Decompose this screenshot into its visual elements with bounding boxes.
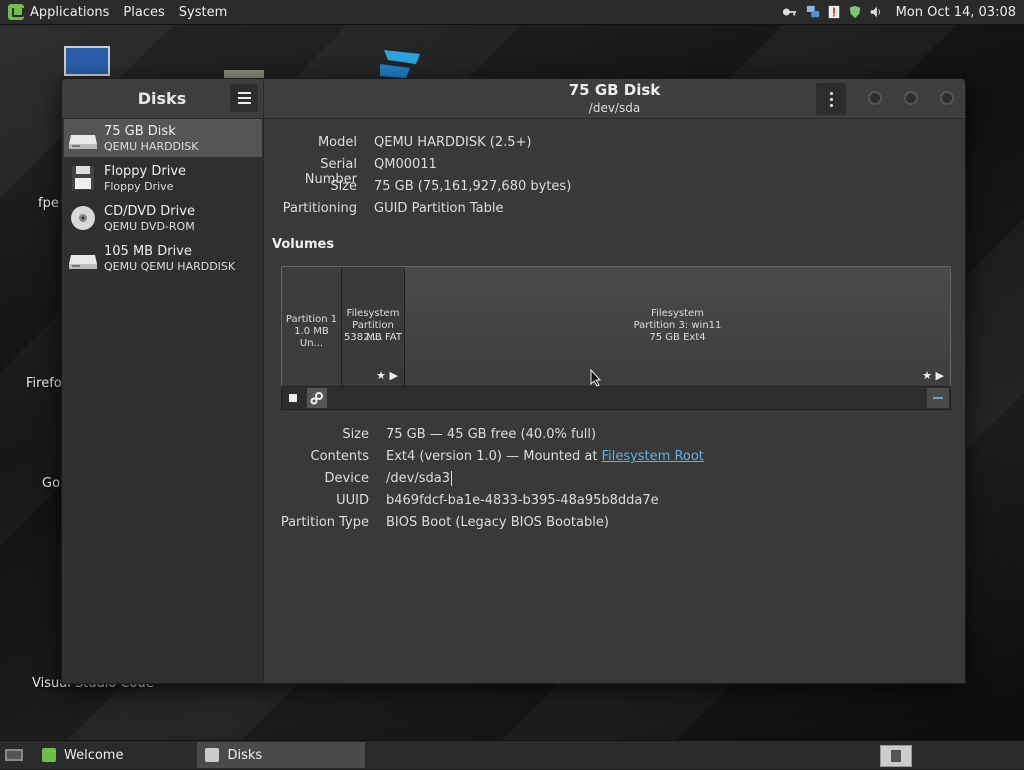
mouse-pointer-icon [590, 369, 602, 387]
partitioning-value: GUID Partition Table [374, 201, 504, 216]
drive-name: Floppy Drive [104, 164, 187, 179]
update-manager-icon[interactable] [827, 5, 841, 19]
uuid-value: b469fdcf-ba1e-4833-b395-48a95b8dda7e [386, 493, 659, 508]
optical-disc-icon [71, 206, 95, 230]
partition-name: Partition 3: win11 [633, 320, 722, 331]
taskbar-label: Welcome [64, 747, 124, 763]
drive-model: QEMU QEMU HARDDISK [104, 260, 236, 273]
settings-gears-icon[interactable] [307, 388, 327, 408]
partition-type: Filesystem [346, 308, 400, 319]
workspace-switcher[interactable] [880, 745, 912, 767]
partition-name: Partition 1 [285, 314, 338, 325]
contents-label: Contents [310, 449, 369, 464]
volumes-heading: Volumes [272, 237, 335, 252]
partition-type: Filesystem [651, 308, 704, 319]
computer-icon[interactable] [64, 46, 110, 76]
partition-type-label: Partition Type [280, 515, 369, 530]
volume-map: Partition 1 1.0 MB Un... Filesystem Part… [281, 266, 951, 387]
disk-title: 75 GB Disk [568, 81, 661, 99]
drive-item-optical[interactable]: CD/DVD Drive QEMU DVD-ROM [64, 199, 262, 237]
harddisk-icon [69, 255, 97, 269]
floppy-icon [72, 166, 94, 190]
drive-model: QEMU HARDDISK [104, 140, 199, 153]
key-icon[interactable] [779, 5, 799, 19]
disk-path: /dev/sda [588, 101, 641, 115]
taskbar-label: Disks [227, 747, 263, 763]
model-value: QEMU HARDDISK (2.5+) [374, 135, 532, 150]
taskbar-item-welcome[interactable]: Welcome [34, 742, 131, 768]
drive-item-75gb[interactable]: 75 GB Disk QEMU HARDDISK [64, 119, 262, 157]
maximize-button[interactable] [904, 91, 918, 105]
drive-model: Floppy Drive [104, 180, 174, 193]
size-label: Size [330, 179, 357, 194]
mount-indicator-icon: ★ ▶ [376, 369, 398, 382]
bottom-panel: Welcome Disks [0, 740, 1024, 769]
contents-value: Ext4 (version 1.0) — Mounted at Filesyst… [386, 449, 704, 464]
desktop-label-go[interactable]: Go [42, 476, 60, 491]
vscode-desktop-icon[interactable] [380, 50, 420, 80]
partition-2[interactable]: Filesystem Partition 2:... 538 MB FAT ★ … [342, 267, 405, 386]
volume-size-value: 75 GB — 45 GB free (40.0% full) [386, 427, 597, 442]
menu-system[interactable]: System [179, 5, 227, 20]
drive-name: CD/DVD Drive [104, 204, 195, 219]
hamburger-menu-icon[interactable] [230, 84, 258, 112]
harddisk-icon [69, 135, 97, 149]
minimize-button[interactable] [868, 91, 882, 105]
device-label: Device [324, 471, 369, 486]
header-bar: 75 GB Disk /dev/sda [264, 79, 965, 119]
contents-text: Ext4 (version 1.0) — Mounted at [386, 449, 602, 464]
show-desktop-icon[interactable] [2, 745, 26, 765]
device-value[interactable]: /dev/sda3 [386, 471, 452, 486]
volume-size-label: Size [342, 427, 369, 442]
partition-size: 75 GB Ext4 [649, 332, 706, 343]
uuid-label: UUID [336, 493, 369, 508]
partition-size: 1.0 MB Un... [294, 326, 329, 349]
system-tray: Mon Oct 14, 03:08 [779, 5, 1024, 20]
drive-model: QEMU DVD-ROM [104, 220, 195, 233]
shield-icon[interactable] [848, 5, 862, 19]
desktop-label-fpe[interactable]: fpe [38, 196, 59, 211]
mint-welcome-icon [42, 748, 56, 762]
filesystem-root-link[interactable]: Filesystem Root [602, 449, 704, 464]
drive-name: 105 MB Drive [104, 244, 192, 259]
serial-value: QM00011 [374, 157, 437, 172]
delete-partition-button[interactable] [927, 388, 949, 408]
menu-applications[interactable]: Applications [30, 5, 109, 20]
volume-toolbar [281, 386, 951, 410]
volume-icon[interactable] [869, 5, 883, 19]
clock[interactable]: Mon Oct 14, 03:08 [896, 5, 1016, 20]
drive-item-105mb[interactable]: 105 MB Drive QEMU QEMU HARDDISK [64, 239, 262, 277]
stop-icon[interactable] [283, 388, 303, 408]
drive-name: 75 GB Disk [104, 124, 176, 139]
drive-item-floppy[interactable]: Floppy Drive Floppy Drive [64, 159, 262, 197]
window-preview-icon [891, 750, 901, 762]
partition-size: 538 MB FAT [344, 332, 402, 343]
sidebar-header: Disks [62, 79, 264, 119]
disks-window: Disks 75 GB Disk /dev/sda 75 GB Disk QEM… [61, 78, 966, 684]
drive-details: Model QEMU HARDDISK (2.5+) Serial Number… [264, 119, 965, 683]
desktop-label-firefox[interactable]: Firefo [26, 376, 62, 391]
partition-3[interactable]: Filesystem Partition 3: win11 75 GB Ext4… [405, 267, 950, 386]
model-label: Model [317, 135, 357, 150]
disks-app-icon [205, 748, 220, 762]
network-icon[interactable] [806, 5, 820, 19]
drive-list: 75 GB Disk QEMU HARDDISK Floppy Drive Fl… [62, 119, 264, 683]
partition-type-value: BIOS Boot (Legacy BIOS Bootable) [386, 515, 609, 530]
taskbar-item-disks[interactable]: Disks [197, 742, 366, 768]
partitioning-label: Partitioning [282, 201, 357, 216]
top-panel: Applications Places System Mon Oct 14, 0… [0, 0, 1024, 25]
mount-indicator-icon: ★ ▶ [922, 369, 944, 382]
partition-1[interactable]: Partition 1 1.0 MB Un... [282, 267, 342, 386]
folder-icon[interactable] [224, 70, 264, 78]
mint-menu-icon[interactable] [8, 4, 24, 20]
size-value: 75 GB (75,161,927,680 bytes) [374, 179, 572, 194]
drive-options-menu-icon[interactable] [816, 83, 846, 115]
close-button[interactable] [940, 91, 954, 105]
menu-places[interactable]: Places [123, 5, 164, 20]
